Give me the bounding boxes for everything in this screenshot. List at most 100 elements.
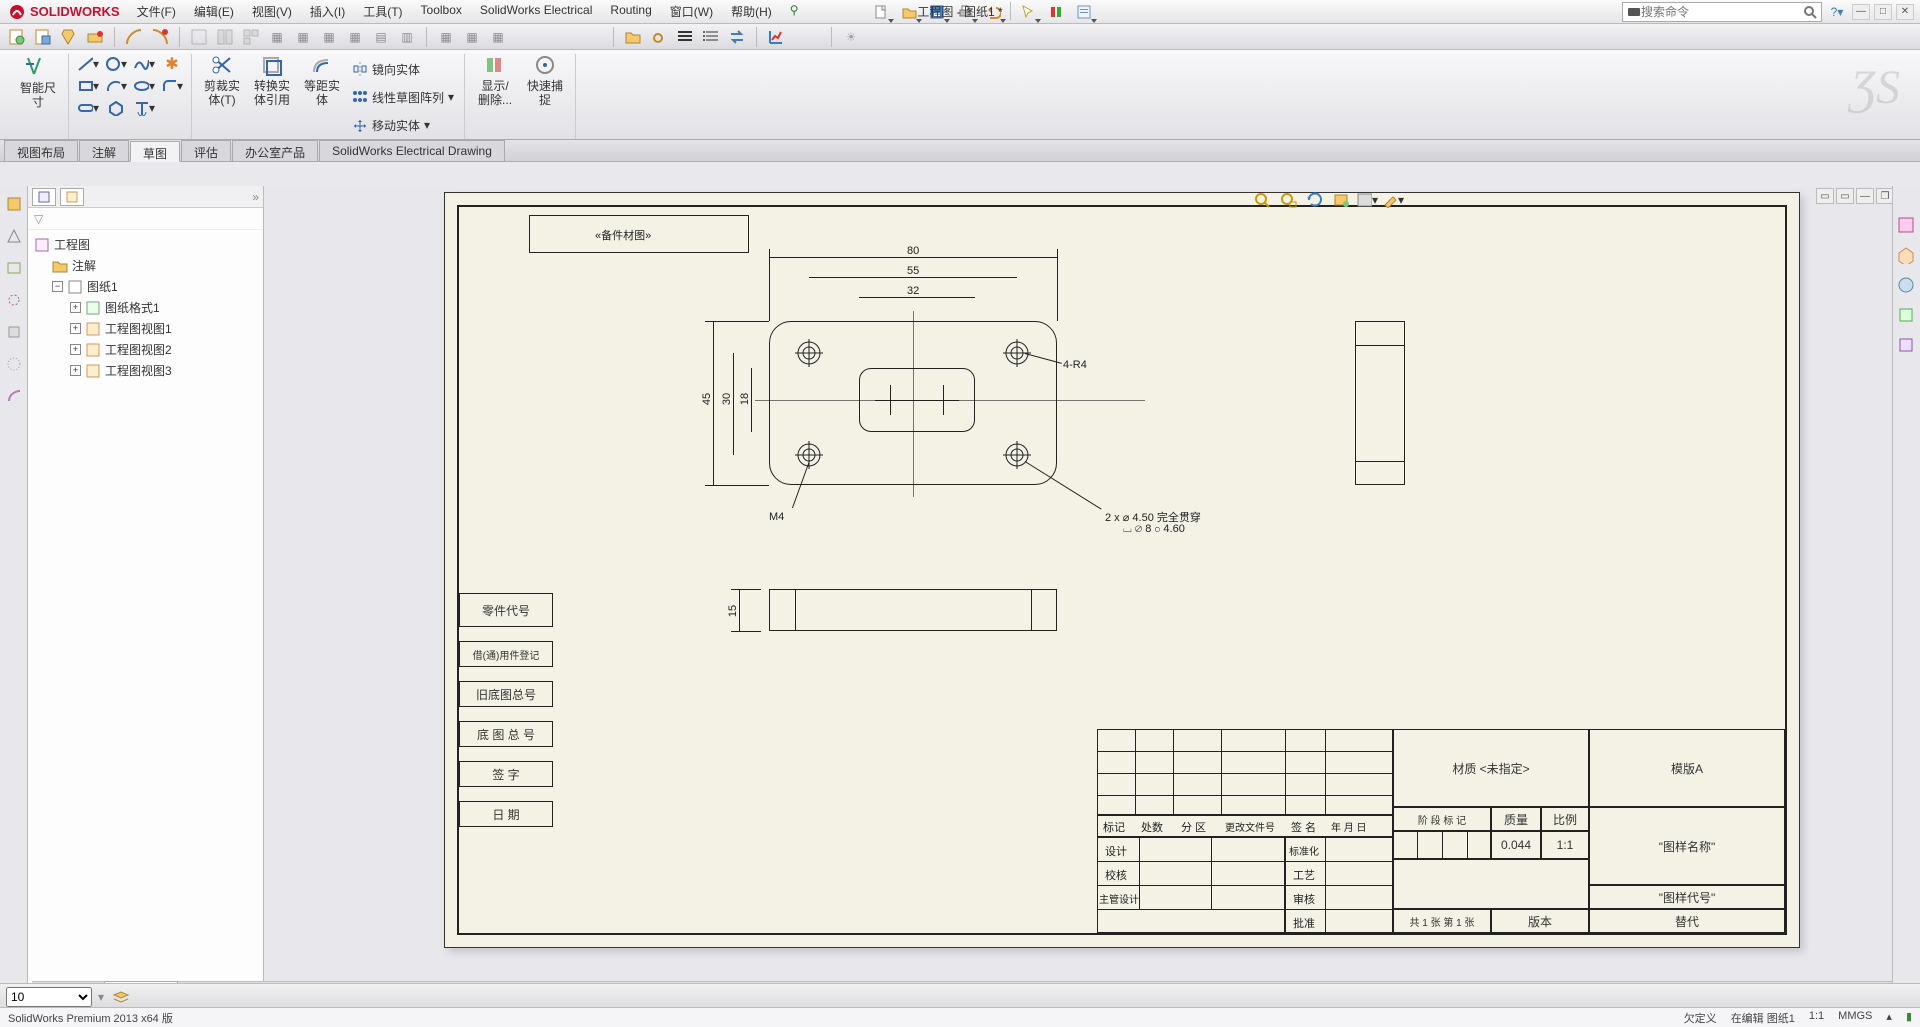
tab-evaluate[interactable]: 评估: [181, 140, 231, 161]
menu-tools[interactable]: 工具(T): [354, 3, 411, 20]
tree-sheet[interactable]: − 图纸1: [34, 276, 257, 297]
tree-item-view3[interactable]: +工程图视图3: [34, 360, 257, 381]
tb-list-icon[interactable]: [700, 27, 722, 47]
rstrip-icon1[interactable]: [1897, 216, 1917, 236]
menu-window[interactable]: 窗口(W): [661, 3, 722, 20]
zoom-fit-icon[interactable]: [1252, 190, 1274, 210]
menu-help[interactable]: 帮助(H): [722, 3, 781, 20]
smart-dimension-button[interactable]: 智能尺 寸: [16, 54, 60, 110]
rebuild-icon[interactable]: [1045, 2, 1067, 22]
tab-annotation[interactable]: 注解: [79, 140, 129, 161]
tb-chart-icon[interactable]: [765, 27, 787, 47]
quick-snap-button[interactable]: 快速捕 捉: [523, 54, 567, 108]
tab-sketch[interactable]: 草图: [130, 141, 180, 162]
lstrip-icon6[interactable]: [4, 354, 24, 374]
drawing-sheet[interactable]: «备件材图» 80 55 32: [444, 192, 1800, 948]
menu-toolbox[interactable]: Toolbox: [412, 3, 471, 20]
command-search[interactable]: [1622, 2, 1822, 22]
rstrip-icon4[interactable]: [1897, 306, 1917, 326]
section-icon[interactable]: [1330, 190, 1352, 210]
tb-swap-icon[interactable]: [726, 27, 748, 47]
tree-annotation[interactable]: 注解: [34, 255, 257, 276]
options-icon[interactable]: [1073, 2, 1095, 22]
lstrip-icon5[interactable]: [4, 322, 24, 342]
tb-grid5-icon[interactable]: ▦: [292, 27, 314, 47]
display-style-icon[interactable]: ▾: [1356, 190, 1378, 210]
edit-sheet-icon[interactable]: ▾: [1382, 190, 1404, 210]
slot-icon[interactable]: ▾: [77, 98, 99, 118]
rstrip-icon5[interactable]: [1897, 336, 1917, 356]
lstrip-icon7[interactable]: [4, 386, 24, 406]
status-caret-icon[interactable]: ▴: [1886, 1010, 1892, 1026]
status-flag-icon[interactable]: ▮: [1906, 1010, 1912, 1026]
menu-insert[interactable]: 插入(I): [301, 3, 354, 20]
tb-icon5[interactable]: [123, 27, 145, 47]
lstrip-icon4[interactable]: [4, 290, 24, 310]
tb-grid1-icon[interactable]: [188, 27, 210, 47]
rectangle-icon[interactable]: ▾: [77, 76, 99, 96]
menu-view[interactable]: 视图(V): [243, 3, 301, 20]
fm-filter[interactable]: ▽: [28, 208, 263, 230]
rotate-icon[interactable]: [1304, 190, 1326, 210]
display-delete-button[interactable]: 显示/ 删除...: [473, 54, 517, 108]
line-icon[interactable]: ▾: [77, 54, 99, 74]
spline-icon[interactable]: ▾: [133, 54, 155, 74]
tb-sun-icon[interactable]: ☀: [840, 27, 862, 47]
status-units[interactable]: MMGS: [1838, 1010, 1872, 1026]
tab-viewlayout[interactable]: 视图布局: [4, 140, 78, 161]
trim-button[interactable]: 剪裁实 体(T): [200, 54, 244, 138]
tb-folder-icon[interactable]: [622, 27, 644, 47]
tree-root[interactable]: 工程图: [34, 234, 257, 255]
polygon-icon[interactable]: [105, 98, 127, 118]
menu-pin-icon[interactable]: ⚲: [781, 3, 808, 20]
search-icon[interactable]: [1803, 5, 1817, 19]
tree-item-view1[interactable]: +工程图视图1: [34, 318, 257, 339]
lstrip-icon2[interactable]: [4, 226, 24, 246]
expand-icon[interactable]: +: [70, 302, 81, 313]
pattern-button[interactable]: 线性草图阵列 ▾: [350, 84, 456, 110]
tb-grid9-icon[interactable]: ▥: [396, 27, 418, 47]
menu-file[interactable]: 文件(F): [128, 3, 185, 20]
text-icon[interactable]: ▾: [133, 98, 155, 118]
zoom-area-icon[interactable]: [1278, 190, 1300, 210]
tb-grid7-icon[interactable]: ▦: [344, 27, 366, 47]
circle-icon[interactable]: ▾: [105, 54, 127, 74]
mirror-button[interactable]: 镜向实体: [350, 56, 456, 82]
expand-icon[interactable]: +: [70, 323, 81, 334]
mdi-tile-icon[interactable]: ▭: [1816, 188, 1834, 204]
fm-collapse-icon[interactable]: »: [252, 190, 259, 204]
arc-icon[interactable]: ▾: [105, 76, 127, 96]
maximize-icon[interactable]: □: [1874, 4, 1892, 20]
new-doc-icon[interactable]: [870, 2, 892, 22]
tb-link-icon[interactable]: [648, 27, 670, 47]
dropdown-icon[interactable]: ▾: [98, 990, 104, 1004]
tb-grid3-icon[interactable]: [240, 27, 262, 47]
convert-button[interactable]: 转换实 体引用: [250, 54, 294, 138]
select-icon[interactable]: [1017, 2, 1039, 22]
expand-icon[interactable]: +: [70, 344, 81, 355]
tb-grid6-icon[interactable]: ▦: [318, 27, 340, 47]
rstrip-icon3[interactable]: [1897, 276, 1917, 296]
menu-swelec[interactable]: SolidWorks Electrical: [471, 3, 601, 20]
tree-item-format[interactable]: +图纸格式1: [34, 297, 257, 318]
new-drawing2-icon[interactable]: [32, 27, 54, 47]
tab-swelec-draw[interactable]: SolidWorks Electrical Drawing: [319, 140, 505, 161]
tree-item-view2[interactable]: +工程图视图2: [34, 339, 257, 360]
status-scale[interactable]: 1:1: [1809, 1010, 1824, 1026]
tb-icon6[interactable]: [149, 27, 171, 47]
rstrip-icon2[interactable]: [1897, 246, 1917, 266]
tb-table2-icon[interactable]: ▦: [461, 27, 483, 47]
ellipse-icon[interactable]: ▾: [133, 76, 155, 96]
search-input[interactable]: [1641, 5, 1803, 19]
menu-routing[interactable]: Routing: [601, 3, 660, 20]
point-icon[interactable]: ✱: [161, 54, 183, 74]
new-drawing-icon[interactable]: [6, 27, 28, 47]
tb-icon4[interactable]: [84, 27, 106, 47]
close-icon[interactable]: ✕: [1896, 4, 1914, 20]
mdi-minimize-icon[interactable]: —: [1856, 188, 1874, 204]
offset-button[interactable]: 等距实 体: [300, 54, 344, 138]
line-thickness-select[interactable]: 10: [6, 987, 92, 1007]
help-icon[interactable]: ?▾: [1826, 2, 1848, 22]
graphics-area[interactable]: ▾ ▾ ▭ ▭ — ❐ ✕ «备件材图»: [264, 186, 1920, 983]
tb-grid2-icon[interactable]: [214, 27, 236, 47]
